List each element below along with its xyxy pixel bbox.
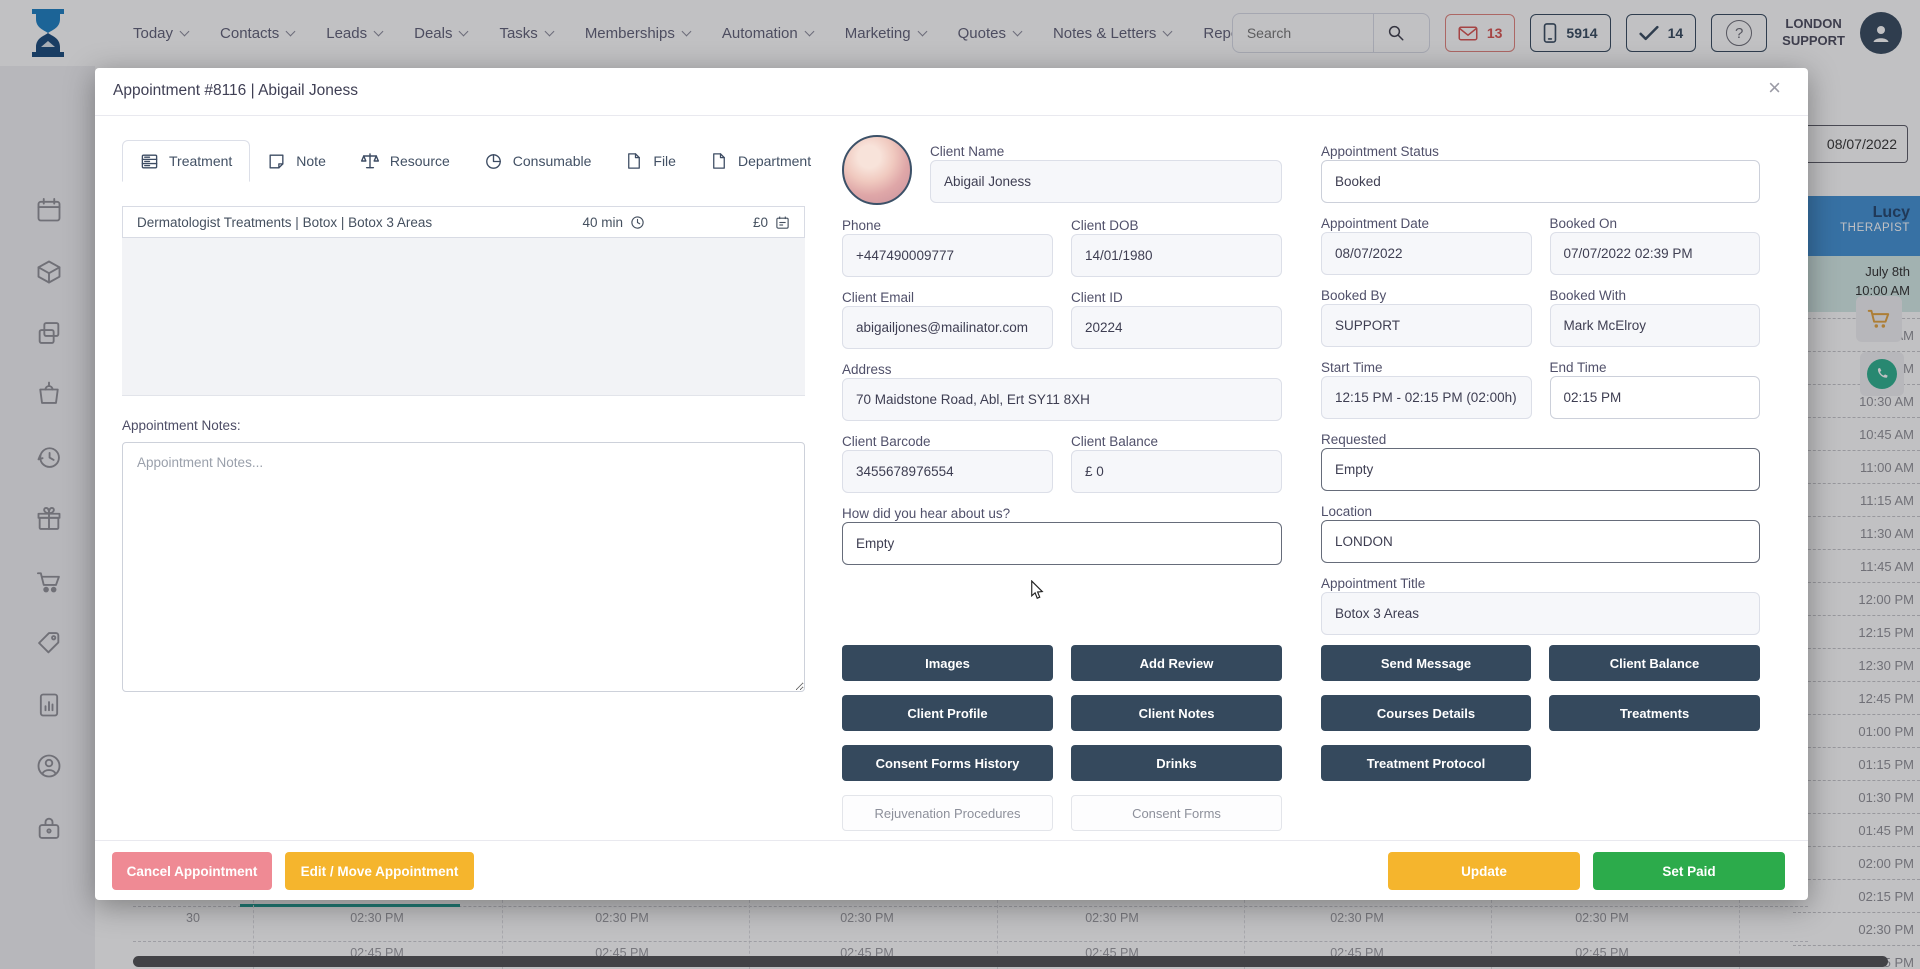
pie-chart-icon — [484, 152, 503, 171]
consent-forms-button[interactable]: Consent Forms — [1071, 795, 1282, 831]
price-calendar-icon — [775, 215, 790, 230]
file-icon — [625, 152, 643, 170]
tab-treatment[interactable]: Treatment — [122, 140, 250, 182]
booked-with-field[interactable]: Mark McElroy — [1550, 304, 1761, 347]
edit-move-appointment-button[interactable]: Edit / Move Appointment — [285, 852, 474, 890]
start-time-field[interactable]: 12:15 PM - 02:15 PM (02:00h) — [1321, 376, 1532, 419]
client-balance-label: Client Balance — [1071, 433, 1282, 450]
modal-header: Appointment #8116 | Abigail Joness × — [95, 68, 1808, 116]
client-id-field[interactable]: 20224 — [1071, 306, 1282, 349]
booked-with-label: Booked With — [1550, 287, 1761, 304]
treatment-row[interactable]: Dermatologist Treatments | Botox | Botox… — [122, 206, 805, 238]
tab-note[interactable]: Note — [250, 140, 343, 182]
tab-resource[interactable]: Resource — [343, 140, 467, 182]
treatment-protocol-button[interactable]: Treatment Protocol — [1321, 745, 1531, 781]
update-button[interactable]: Update — [1388, 852, 1580, 890]
modal-title: Appointment #8116 | Abigail Joness — [113, 82, 358, 100]
drinks-button[interactable]: Drinks — [1071, 745, 1282, 781]
tab-consumable[interactable]: Consumable — [467, 140, 609, 182]
appointment-panel: Appointment StatusBooked Appointment Dat… — [1321, 135, 1760, 635]
mouse-cursor — [1028, 580, 1046, 605]
client-photo[interactable] — [842, 135, 912, 205]
location-select[interactable]: LONDON — [1321, 520, 1760, 563]
modal-body: Treatment Note Resource Consumable — [95, 116, 1808, 840]
client-email-label: Client Email — [842, 289, 1053, 306]
tab-file[interactable]: File — [608, 140, 693, 182]
client-barcode-label: Client Barcode — [842, 433, 1053, 450]
start-time-label: Start Time — [1321, 359, 1532, 376]
close-icon[interactable]: × — [1768, 77, 1781, 99]
send-message-button[interactable]: Send Message — [1321, 645, 1531, 681]
client-id-label: Client ID — [1071, 289, 1282, 306]
rejuvenation-procedures-button[interactable]: Rejuvenation Procedures — [842, 795, 1053, 831]
client-barcode-field[interactable]: 3455678976554 — [842, 450, 1053, 493]
hear-about-label: How did you hear about us? — [842, 505, 1282, 522]
document-icon — [710, 152, 728, 170]
hear-about-select[interactable]: Empty — [842, 522, 1282, 565]
appointment-date-field[interactable]: 08/07/2022 — [1321, 232, 1532, 275]
treatments-button[interactable]: Treatments — [1549, 695, 1760, 731]
courses-details-button[interactable]: Courses Details — [1321, 695, 1531, 731]
appointment-status-label: Appointment Status — [1321, 143, 1760, 160]
booked-on-field[interactable]: 07/07/2022 02:39 PM — [1550, 232, 1761, 275]
client-balance-field[interactable]: £ 0 — [1071, 450, 1282, 493]
client-notes-button[interactable]: Client Notes — [1071, 695, 1282, 731]
booked-by-label: Booked By — [1321, 287, 1532, 304]
tab-bar: Treatment Note Resource Consumable — [122, 140, 805, 182]
client-balance-button[interactable]: Client Balance — [1549, 645, 1760, 681]
appointment-status-select[interactable]: Booked — [1321, 160, 1760, 203]
client-name-field[interactable]: Abigail Joness — [930, 160, 1282, 203]
booked-by-field[interactable]: SUPPORT — [1321, 304, 1532, 347]
end-time-field[interactable]: 02:15 PM — [1550, 376, 1761, 419]
appointment-title-field[interactable]: Botox 3 Areas — [1321, 592, 1760, 635]
appointment-title-label: Appointment Title — [1321, 575, 1760, 592]
address-field[interactable]: 70 Maidstone Road, Abl, Ert SY11 8XH — [842, 378, 1282, 421]
location-label: Location — [1321, 503, 1760, 520]
set-paid-button[interactable]: Set Paid — [1593, 852, 1785, 890]
note-icon — [267, 152, 286, 171]
client-name-label: Client Name — [930, 143, 1282, 160]
images-button[interactable]: Images — [842, 645, 1053, 681]
tab-department[interactable]: Department — [693, 140, 828, 182]
clock-icon — [630, 215, 645, 230]
address-label: Address — [842, 361, 1282, 378]
add-review-button[interactable]: Add Review — [1071, 645, 1282, 681]
phone-label: Phone — [842, 217, 1053, 234]
treatment-duration: 40 min — [582, 215, 645, 230]
treatment-name: Dermatologist Treatments | Botox | Botox… — [137, 215, 582, 230]
appointment-modal: Appointment #8116 | Abigail Joness × Tre… — [95, 68, 1808, 900]
appointment-notes-label: Appointment Notes: — [122, 418, 805, 433]
appointment-notes-input[interactable] — [122, 442, 805, 692]
scales-icon — [360, 151, 380, 171]
treatment-price: £0 — [753, 215, 790, 230]
client-email-field[interactable]: abigailjones@mailinator.com — [842, 306, 1053, 349]
consent-forms-history-button[interactable]: Consent Forms History — [842, 745, 1053, 781]
appointment-date-label: Appointment Date — [1321, 215, 1532, 232]
phone-field[interactable]: +447490009777 — [842, 234, 1053, 277]
modal-footer: Cancel Appointment Edit / Move Appointme… — [95, 840, 1808, 900]
requested-select[interactable]: Empty — [1321, 448, 1760, 491]
client-profile-button[interactable]: Client Profile — [842, 695, 1053, 731]
end-time-label: End Time — [1550, 359, 1761, 376]
client-panel: Client Name Abigail Joness Phone+4474900… — [842, 135, 1282, 565]
treatment-drop-area[interactable] — [122, 238, 805, 396]
action-buttons: Images Add Review Client Profile Client … — [842, 645, 1760, 831]
client-dob-field[interactable]: 14/01/1980 — [1071, 234, 1282, 277]
list-icon — [140, 152, 159, 171]
requested-label: Requested — [1321, 431, 1760, 448]
treatment-panel: Treatment Note Resource Consumable — [122, 140, 805, 692]
booked-on-label: Booked On — [1550, 215, 1761, 232]
cancel-appointment-button[interactable]: Cancel Appointment — [112, 852, 272, 890]
client-dob-label: Client DOB — [1071, 217, 1282, 234]
app-screen: Today Contacts Leads Deals Tasks Members… — [0, 0, 1920, 969]
